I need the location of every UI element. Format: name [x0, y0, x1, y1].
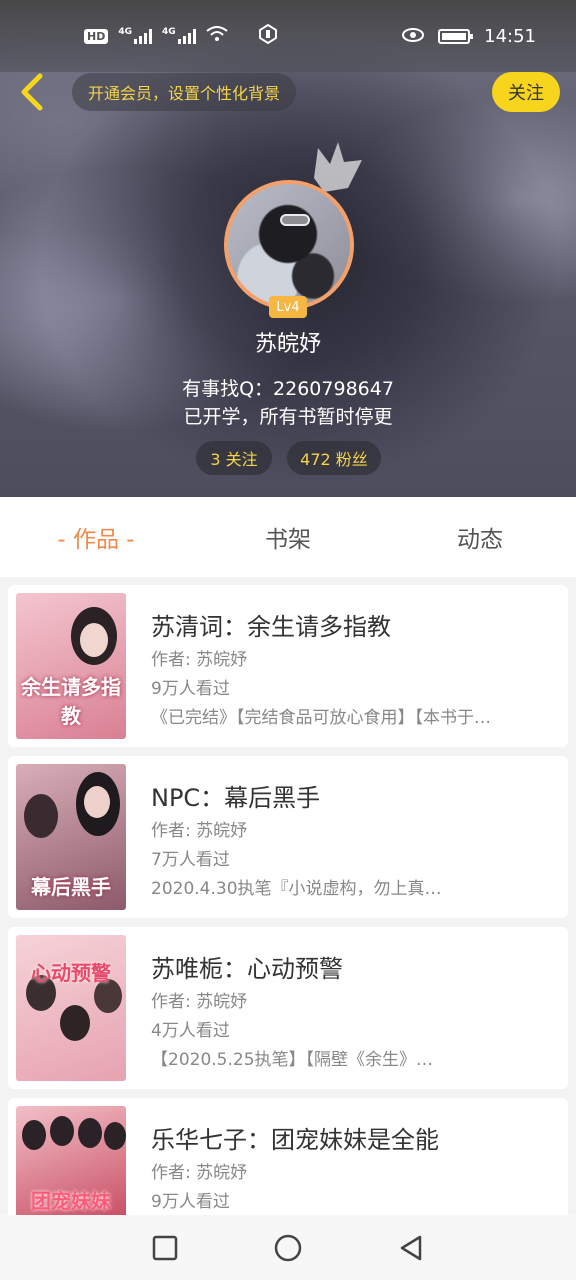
hand-icon: [258, 23, 278, 48]
book-description: 【2020.5.25执笔】【隔壁《余生》…: [151, 1050, 434, 1070]
net-label-1: 4G: [118, 27, 132, 37]
cover-title: 幕后黑手: [31, 875, 111, 899]
back-nav-button[interactable]: [396, 1233, 426, 1263]
book-views: 4万人看过: [151, 1021, 230, 1041]
book-description: 《已完结》【完结食品可放心食用】【本书于…: [151, 708, 491, 728]
book-title: NPC：幕后黑手: [151, 784, 321, 812]
battery-icon: [438, 29, 474, 44]
book-author: 作者: 苏皖妤: [151, 992, 248, 1012]
tab-bookshelf[interactable]: 书架: [192, 497, 384, 577]
following-count[interactable]: 3 关注: [196, 441, 272, 475]
system-nav-bar: [0, 1215, 576, 1280]
signal-icon-2: [177, 28, 196, 44]
book-card[interactable]: 幕后黑手 NPC：幕后黑手 作者: 苏皖妤 7万人看过 2020.4.30执笔『…: [8, 756, 568, 918]
cover-title: 团宠妹妹: [31, 1189, 111, 1213]
triangle-back-icon: [400, 1235, 422, 1261]
book-cover: 幕后黑手: [16, 764, 126, 910]
tab-activity[interactable]: 动态: [384, 497, 576, 577]
chevron-left-icon: [21, 73, 43, 111]
book-views: 7万人看过: [151, 850, 230, 870]
book-views: 9万人看过: [151, 1192, 230, 1212]
book-card[interactable]: 余生请多指教 苏清词：余生请多指教 作者: 苏皖妤 9万人看过 《已完结》【完结…: [8, 585, 568, 747]
book-description: 2020.4.30执笔『小说虚构，勿上真…: [151, 879, 442, 899]
hairclip-graphic: [280, 214, 310, 226]
cover-title: 心动预警: [31, 961, 111, 985]
profile-header: HD 4G 4G 14:51 开通会员，设置个性化背景 关注 Lv4 苏皖妤 有…: [0, 0, 576, 497]
book-cover: 心动预警: [16, 935, 126, 1081]
net-label-2: 4G: [162, 27, 176, 37]
vip-background-prompt[interactable]: 开通会员，设置个性化背景: [72, 73, 297, 111]
book-card[interactable]: 团宠妹妹 乐华七子：团宠妹妹是全能 作者: 苏皖妤 9万人看过: [8, 1098, 568, 1228]
signal-icon: [134, 28, 152, 44]
wifi-icon: [206, 26, 228, 46]
book-author: 作者: 苏皖妤: [151, 821, 248, 841]
clock: 14:51: [484, 26, 536, 47]
status-bar: HD 4G 4G 14:51: [0, 0, 576, 72]
home-button[interactable]: [273, 1233, 303, 1263]
username: 苏皖妤: [254, 332, 321, 357]
book-author: 作者: 苏皖妤: [151, 1163, 248, 1183]
recents-button[interactable]: [150, 1233, 180, 1263]
book-author: 作者: 苏皖妤: [151, 650, 248, 670]
eye-icon: [402, 26, 425, 47]
circle-icon: [274, 1234, 302, 1262]
book-title: 苏清词：余生请多指教: [151, 613, 391, 641]
cover-title: 余生请多指教: [21, 675, 121, 728]
bio-line-2: 已开学，所有书暂时停更: [183, 406, 393, 428]
level-badge: Lv4: [269, 296, 307, 318]
avatar[interactable]: [224, 180, 354, 310]
profile-tabs: - 作品 - 书架 动态: [0, 497, 576, 577]
book-cover: 团宠妹妹: [16, 1106, 126, 1228]
square-icon: [152, 1235, 178, 1261]
book-title: 苏唯栀：心动预警: [151, 955, 343, 983]
book-views: 9万人看过: [151, 679, 230, 699]
back-button[interactable]: [14, 72, 50, 112]
follow-button[interactable]: 关注: [492, 72, 560, 112]
hd-icon: HD: [84, 28, 109, 44]
book-title: 乐华七子：团宠妹妹是全能: [151, 1126, 439, 1154]
bio-line-1: 有事找Q：2260798647: [182, 378, 394, 400]
tab-works[interactable]: - 作品 -: [0, 497, 192, 577]
book-card[interactable]: 心动预警 苏唯栀：心动预警 作者: 苏皖妤 4万人看过 【2020.5.25执笔…: [8, 927, 568, 1089]
book-cover: 余生请多指教: [16, 593, 126, 739]
fans-count[interactable]: 472 粉丝: [287, 441, 381, 475]
